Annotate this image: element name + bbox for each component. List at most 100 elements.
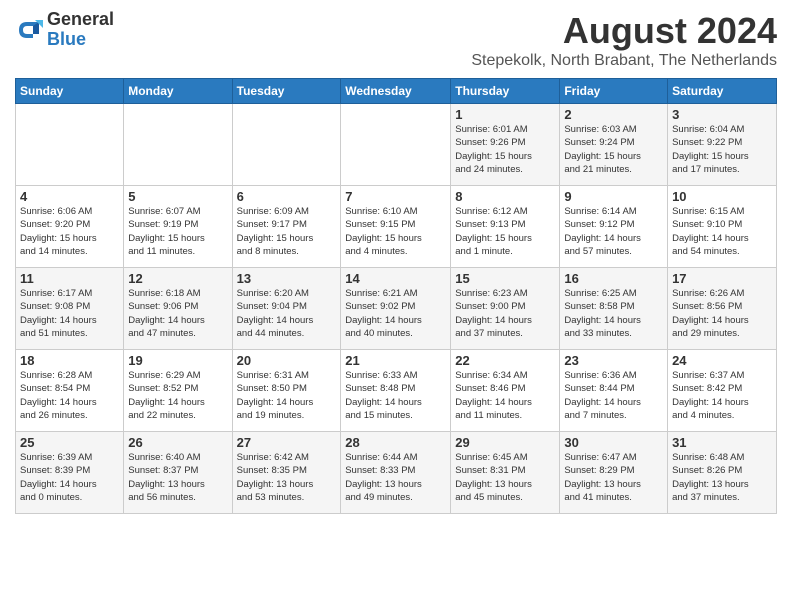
day-info: Sunrise: 6:36 AM Sunset: 8:44 PM Dayligh… <box>564 369 663 422</box>
day-cell: 13Sunrise: 6:20 AM Sunset: 9:04 PM Dayli… <box>232 268 341 350</box>
day-number: 22 <box>455 353 555 368</box>
day-number: 8 <box>455 189 555 204</box>
day-info: Sunrise: 6:47 AM Sunset: 8:29 PM Dayligh… <box>564 451 663 504</box>
day-number: 23 <box>564 353 663 368</box>
col-monday: Monday <box>124 79 232 104</box>
day-number: 9 <box>564 189 663 204</box>
day-cell: 11Sunrise: 6:17 AM Sunset: 9:08 PM Dayli… <box>16 268 124 350</box>
day-info: Sunrise: 6:45 AM Sunset: 8:31 PM Dayligh… <box>455 451 555 504</box>
day-info: Sunrise: 6:31 AM Sunset: 8:50 PM Dayligh… <box>237 369 337 422</box>
day-number: 14 <box>345 271 446 286</box>
day-number: 29 <box>455 435 555 450</box>
day-cell <box>16 104 124 186</box>
day-number: 7 <box>345 189 446 204</box>
day-cell: 12Sunrise: 6:18 AM Sunset: 9:06 PM Dayli… <box>124 268 232 350</box>
day-cell: 17Sunrise: 6:26 AM Sunset: 8:56 PM Dayli… <box>668 268 777 350</box>
day-info: Sunrise: 6:06 AM Sunset: 9:20 PM Dayligh… <box>20 205 119 258</box>
main-title: August 2024 <box>471 10 777 52</box>
day-cell: 31Sunrise: 6:48 AM Sunset: 8:26 PM Dayli… <box>668 432 777 514</box>
day-cell: 19Sunrise: 6:29 AM Sunset: 8:52 PM Dayli… <box>124 350 232 432</box>
day-info: Sunrise: 6:17 AM Sunset: 9:08 PM Dayligh… <box>20 287 119 340</box>
day-cell: 2Sunrise: 6:03 AM Sunset: 9:24 PM Daylig… <box>560 104 668 186</box>
header: General Blue August 2024 Stepekolk, Nort… <box>15 10 777 70</box>
logo-text: General Blue <box>47 10 114 50</box>
day-cell <box>232 104 341 186</box>
day-number: 15 <box>455 271 555 286</box>
day-info: Sunrise: 6:10 AM Sunset: 9:15 PM Dayligh… <box>345 205 446 258</box>
day-cell: 29Sunrise: 6:45 AM Sunset: 8:31 PM Dayli… <box>451 432 560 514</box>
week-row-4: 25Sunrise: 6:39 AM Sunset: 8:39 PM Dayli… <box>16 432 777 514</box>
day-info: Sunrise: 6:29 AM Sunset: 8:52 PM Dayligh… <box>128 369 227 422</box>
day-cell: 24Sunrise: 6:37 AM Sunset: 8:42 PM Dayli… <box>668 350 777 432</box>
day-cell: 3Sunrise: 6:04 AM Sunset: 9:22 PM Daylig… <box>668 104 777 186</box>
day-info: Sunrise: 6:37 AM Sunset: 8:42 PM Dayligh… <box>672 369 772 422</box>
day-cell: 10Sunrise: 6:15 AM Sunset: 9:10 PM Dayli… <box>668 186 777 268</box>
day-cell <box>341 104 451 186</box>
title-block: August 2024 Stepekolk, North Brabant, Th… <box>471 10 777 70</box>
day-cell: 16Sunrise: 6:25 AM Sunset: 8:58 PM Dayli… <box>560 268 668 350</box>
day-info: Sunrise: 6:03 AM Sunset: 9:24 PM Dayligh… <box>564 123 663 176</box>
day-info: Sunrise: 6:07 AM Sunset: 9:19 PM Dayligh… <box>128 205 227 258</box>
day-cell: 1Sunrise: 6:01 AM Sunset: 9:26 PM Daylig… <box>451 104 560 186</box>
day-info: Sunrise: 6:14 AM Sunset: 9:12 PM Dayligh… <box>564 205 663 258</box>
day-number: 31 <box>672 435 772 450</box>
day-info: Sunrise: 6:33 AM Sunset: 8:48 PM Dayligh… <box>345 369 446 422</box>
logo: General Blue <box>15 10 114 50</box>
day-number: 20 <box>237 353 337 368</box>
col-friday: Friday <box>560 79 668 104</box>
day-cell: 9Sunrise: 6:14 AM Sunset: 9:12 PM Daylig… <box>560 186 668 268</box>
day-info: Sunrise: 6:15 AM Sunset: 9:10 PM Dayligh… <box>672 205 772 258</box>
day-number: 18 <box>20 353 119 368</box>
day-cell: 30Sunrise: 6:47 AM Sunset: 8:29 PM Dayli… <box>560 432 668 514</box>
day-number: 25 <box>20 435 119 450</box>
col-sunday: Sunday <box>16 79 124 104</box>
day-number: 5 <box>128 189 227 204</box>
day-number: 13 <box>237 271 337 286</box>
col-thursday: Thursday <box>451 79 560 104</box>
logo-general-text: General <box>47 10 114 30</box>
day-number: 28 <box>345 435 446 450</box>
day-info: Sunrise: 6:48 AM Sunset: 8:26 PM Dayligh… <box>672 451 772 504</box>
day-number: 27 <box>237 435 337 450</box>
day-cell: 18Sunrise: 6:28 AM Sunset: 8:54 PM Dayli… <box>16 350 124 432</box>
day-info: Sunrise: 6:28 AM Sunset: 8:54 PM Dayligh… <box>20 369 119 422</box>
day-info: Sunrise: 6:42 AM Sunset: 8:35 PM Dayligh… <box>237 451 337 504</box>
day-info: Sunrise: 6:39 AM Sunset: 8:39 PM Dayligh… <box>20 451 119 504</box>
day-number: 24 <box>672 353 772 368</box>
day-number: 6 <box>237 189 337 204</box>
day-cell: 27Sunrise: 6:42 AM Sunset: 8:35 PM Dayli… <box>232 432 341 514</box>
day-info: Sunrise: 6:01 AM Sunset: 9:26 PM Dayligh… <box>455 123 555 176</box>
day-cell: 20Sunrise: 6:31 AM Sunset: 8:50 PM Dayli… <box>232 350 341 432</box>
col-wednesday: Wednesday <box>341 79 451 104</box>
day-cell: 15Sunrise: 6:23 AM Sunset: 9:00 PM Dayli… <box>451 268 560 350</box>
day-info: Sunrise: 6:40 AM Sunset: 8:37 PM Dayligh… <box>128 451 227 504</box>
day-number: 11 <box>20 271 119 286</box>
day-cell: 21Sunrise: 6:33 AM Sunset: 8:48 PM Dayli… <box>341 350 451 432</box>
day-cell: 4Sunrise: 6:06 AM Sunset: 9:20 PM Daylig… <box>16 186 124 268</box>
week-row-3: 18Sunrise: 6:28 AM Sunset: 8:54 PM Dayli… <box>16 350 777 432</box>
day-info: Sunrise: 6:20 AM Sunset: 9:04 PM Dayligh… <box>237 287 337 340</box>
day-info: Sunrise: 6:26 AM Sunset: 8:56 PM Dayligh… <box>672 287 772 340</box>
day-info: Sunrise: 6:09 AM Sunset: 9:17 PM Dayligh… <box>237 205 337 258</box>
day-cell: 26Sunrise: 6:40 AM Sunset: 8:37 PM Dayli… <box>124 432 232 514</box>
day-number: 19 <box>128 353 227 368</box>
week-row-1: 4Sunrise: 6:06 AM Sunset: 9:20 PM Daylig… <box>16 186 777 268</box>
day-cell: 25Sunrise: 6:39 AM Sunset: 8:39 PM Dayli… <box>16 432 124 514</box>
day-cell: 23Sunrise: 6:36 AM Sunset: 8:44 PM Dayli… <box>560 350 668 432</box>
day-cell: 14Sunrise: 6:21 AM Sunset: 9:02 PM Dayli… <box>341 268 451 350</box>
logo-blue-text: Blue <box>47 30 114 50</box>
day-cell: 5Sunrise: 6:07 AM Sunset: 9:19 PM Daylig… <box>124 186 232 268</box>
day-info: Sunrise: 6:21 AM Sunset: 9:02 PM Dayligh… <box>345 287 446 340</box>
day-number: 1 <box>455 107 555 122</box>
day-cell: 7Sunrise: 6:10 AM Sunset: 9:15 PM Daylig… <box>341 186 451 268</box>
day-number: 2 <box>564 107 663 122</box>
day-number: 3 <box>672 107 772 122</box>
day-cell: 22Sunrise: 6:34 AM Sunset: 8:46 PM Dayli… <box>451 350 560 432</box>
day-number: 30 <box>564 435 663 450</box>
day-info: Sunrise: 6:18 AM Sunset: 9:06 PM Dayligh… <box>128 287 227 340</box>
week-row-2: 11Sunrise: 6:17 AM Sunset: 9:08 PM Dayli… <box>16 268 777 350</box>
page: General Blue August 2024 Stepekolk, Nort… <box>0 0 792 612</box>
day-number: 16 <box>564 271 663 286</box>
day-number: 21 <box>345 353 446 368</box>
day-info: Sunrise: 6:12 AM Sunset: 9:13 PM Dayligh… <box>455 205 555 258</box>
